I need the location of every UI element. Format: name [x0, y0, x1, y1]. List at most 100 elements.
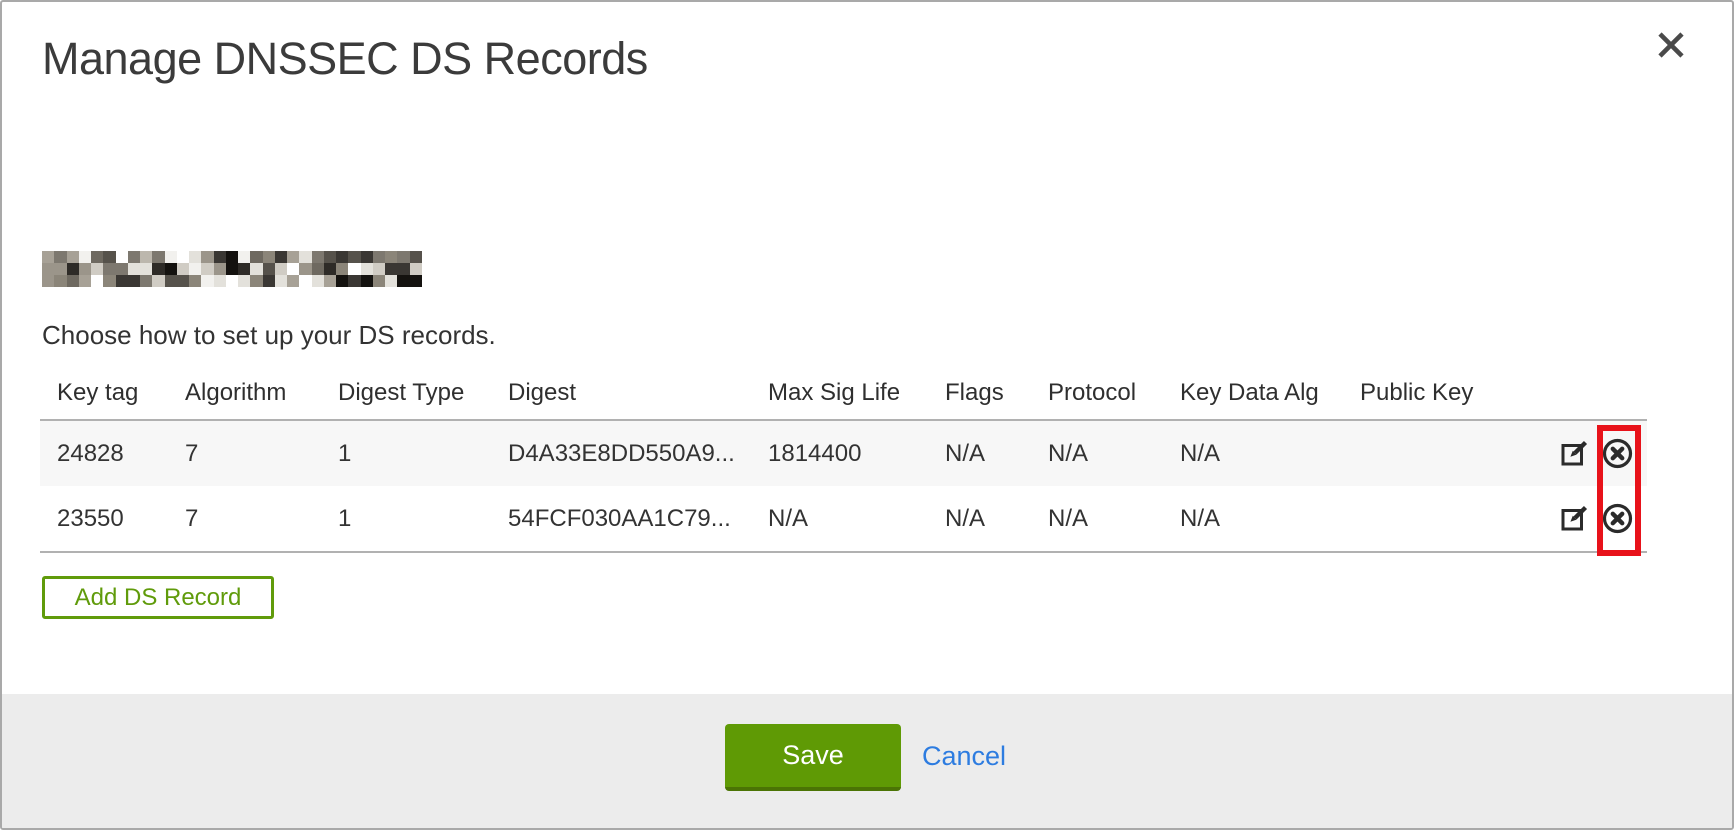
redacted-pixel — [361, 251, 373, 263]
redacted-pixel — [214, 251, 226, 263]
redacted-pixel — [103, 251, 115, 263]
redacted-pixel — [263, 275, 275, 287]
redacted-pixel — [397, 251, 409, 263]
redacted-pixel — [201, 263, 213, 275]
column-header-actions — [1498, 366, 1647, 420]
redacted-pixel — [397, 275, 409, 287]
edit-pencil-icon — [1561, 505, 1588, 532]
redacted-pixel — [238, 263, 250, 275]
redacted-pixel — [91, 251, 103, 263]
redacted-pixel — [165, 263, 177, 275]
redacted-pixel — [250, 251, 262, 263]
column-header-max-sig-life: Max Sig Life — [751, 366, 928, 420]
cell-actions — [1498, 486, 1647, 552]
column-header-public-key: Public Key — [1343, 366, 1498, 420]
cell-public-key — [1343, 486, 1498, 552]
redacted-pixel — [226, 275, 238, 287]
cell-digest: 54FCF030AA1C79... — [491, 486, 751, 552]
cell-public-key — [1343, 420, 1498, 486]
redacted-pixel — [238, 275, 250, 287]
dialog-footer: Save Cancel — [2, 694, 1732, 828]
redacted-pixel — [275, 251, 287, 263]
cell-algorithm: 7 — [168, 420, 321, 486]
redacted-pixel — [214, 263, 226, 275]
redacted-pixel — [201, 251, 213, 263]
redacted-pixel — [54, 251, 66, 263]
redacted-pixel — [312, 275, 324, 287]
redacted-pixel — [263, 251, 275, 263]
save-button[interactable]: Save — [725, 724, 901, 791]
redacted-pixel — [385, 275, 397, 287]
table-header-row: Key tag Algorithm Digest Type Digest Max… — [40, 366, 1647, 420]
redacted-pixel — [116, 275, 128, 287]
redacted-pixel — [250, 275, 262, 287]
redacted-pixel — [91, 275, 103, 287]
redacted-pixel — [373, 251, 385, 263]
column-header-digest-type: Digest Type — [321, 366, 491, 420]
cancel-link[interactable]: Cancel — [922, 724, 1006, 791]
redacted-pixel — [54, 275, 66, 287]
redacted-pixel — [128, 263, 140, 275]
delete-record-button[interactable] — [1602, 438, 1633, 469]
redacted-pixel — [103, 275, 115, 287]
redacted-pixel — [410, 275, 422, 287]
redacted-pixel — [116, 251, 128, 263]
redacted-pixel — [238, 251, 250, 263]
redacted-pixel — [410, 263, 422, 275]
redacted-pixel — [385, 251, 397, 263]
column-header-key-data-alg: Key Data Alg — [1163, 366, 1343, 420]
table-row: 23550 7 1 54FCF030AA1C79... N/A N/A N/A … — [40, 486, 1647, 552]
delete-x-circle-icon — [1602, 503, 1633, 534]
cell-flags: N/A — [928, 420, 1031, 486]
redacted-pixel — [54, 263, 66, 275]
redacted-pixel — [177, 263, 189, 275]
redacted-pixel — [165, 251, 177, 263]
cell-protocol: N/A — [1031, 486, 1163, 552]
redacted-pixel — [312, 251, 324, 263]
delete-x-circle-icon — [1602, 438, 1633, 469]
redacted-pixel — [140, 251, 152, 263]
redacted-pixel — [287, 275, 299, 287]
redacted-pixel — [79, 263, 91, 275]
cell-key-data-alg: N/A — [1163, 486, 1343, 552]
redacted-pixel — [226, 263, 238, 275]
ds-records-table: Key tag Algorithm Digest Type Digest Max… — [40, 366, 1647, 553]
redacted-pixel — [177, 275, 189, 287]
redacted-pixel — [361, 263, 373, 275]
redacted-pixel — [42, 275, 54, 287]
redacted-pixel — [67, 251, 79, 263]
redacted-pixel — [250, 263, 262, 275]
redacted-pixel — [152, 263, 164, 275]
redacted-pixel — [128, 251, 140, 263]
redacted-pixel — [165, 275, 177, 287]
column-header-key-tag: Key tag — [40, 366, 168, 420]
close-icon — [1656, 30, 1686, 60]
close-button[interactable] — [1656, 30, 1686, 60]
redacted-pixel — [42, 251, 54, 263]
redacted-pixel — [299, 275, 311, 287]
add-ds-record-button[interactable]: Add DS Record — [42, 576, 274, 619]
cell-digest-type: 1 — [321, 420, 491, 486]
redacted-pixel — [67, 275, 79, 287]
redacted-pixel — [128, 275, 140, 287]
redacted-pixel — [312, 263, 324, 275]
redacted-pixel — [324, 251, 336, 263]
cell-max-sig-life: N/A — [751, 486, 928, 552]
manage-dnssec-ds-records-dialog: Manage DNSSEC DS Records Choose how to s… — [0, 0, 1734, 830]
redacted-pixel — [336, 263, 348, 275]
edit-record-button[interactable] — [1561, 440, 1588, 467]
cell-digest: D4A33E8DD550A9... — [491, 420, 751, 486]
redacted-pixel — [385, 263, 397, 275]
redacted-pixel — [275, 275, 287, 287]
redacted-pixel — [324, 263, 336, 275]
edit-record-button[interactable] — [1561, 505, 1588, 532]
redacted-pixel — [189, 275, 201, 287]
column-header-digest: Digest — [491, 366, 751, 420]
delete-record-button[interactable] — [1602, 503, 1633, 534]
redacted-pixel — [275, 263, 287, 275]
table-row: 24828 7 1 D4A33E8DD550A9... 1814400 N/A … — [40, 420, 1647, 486]
cell-key-tag: 24828 — [40, 420, 168, 486]
redacted-pixel — [336, 251, 348, 263]
cell-algorithm: 7 — [168, 486, 321, 552]
instruction-text: Choose how to set up your DS records. — [42, 320, 496, 351]
